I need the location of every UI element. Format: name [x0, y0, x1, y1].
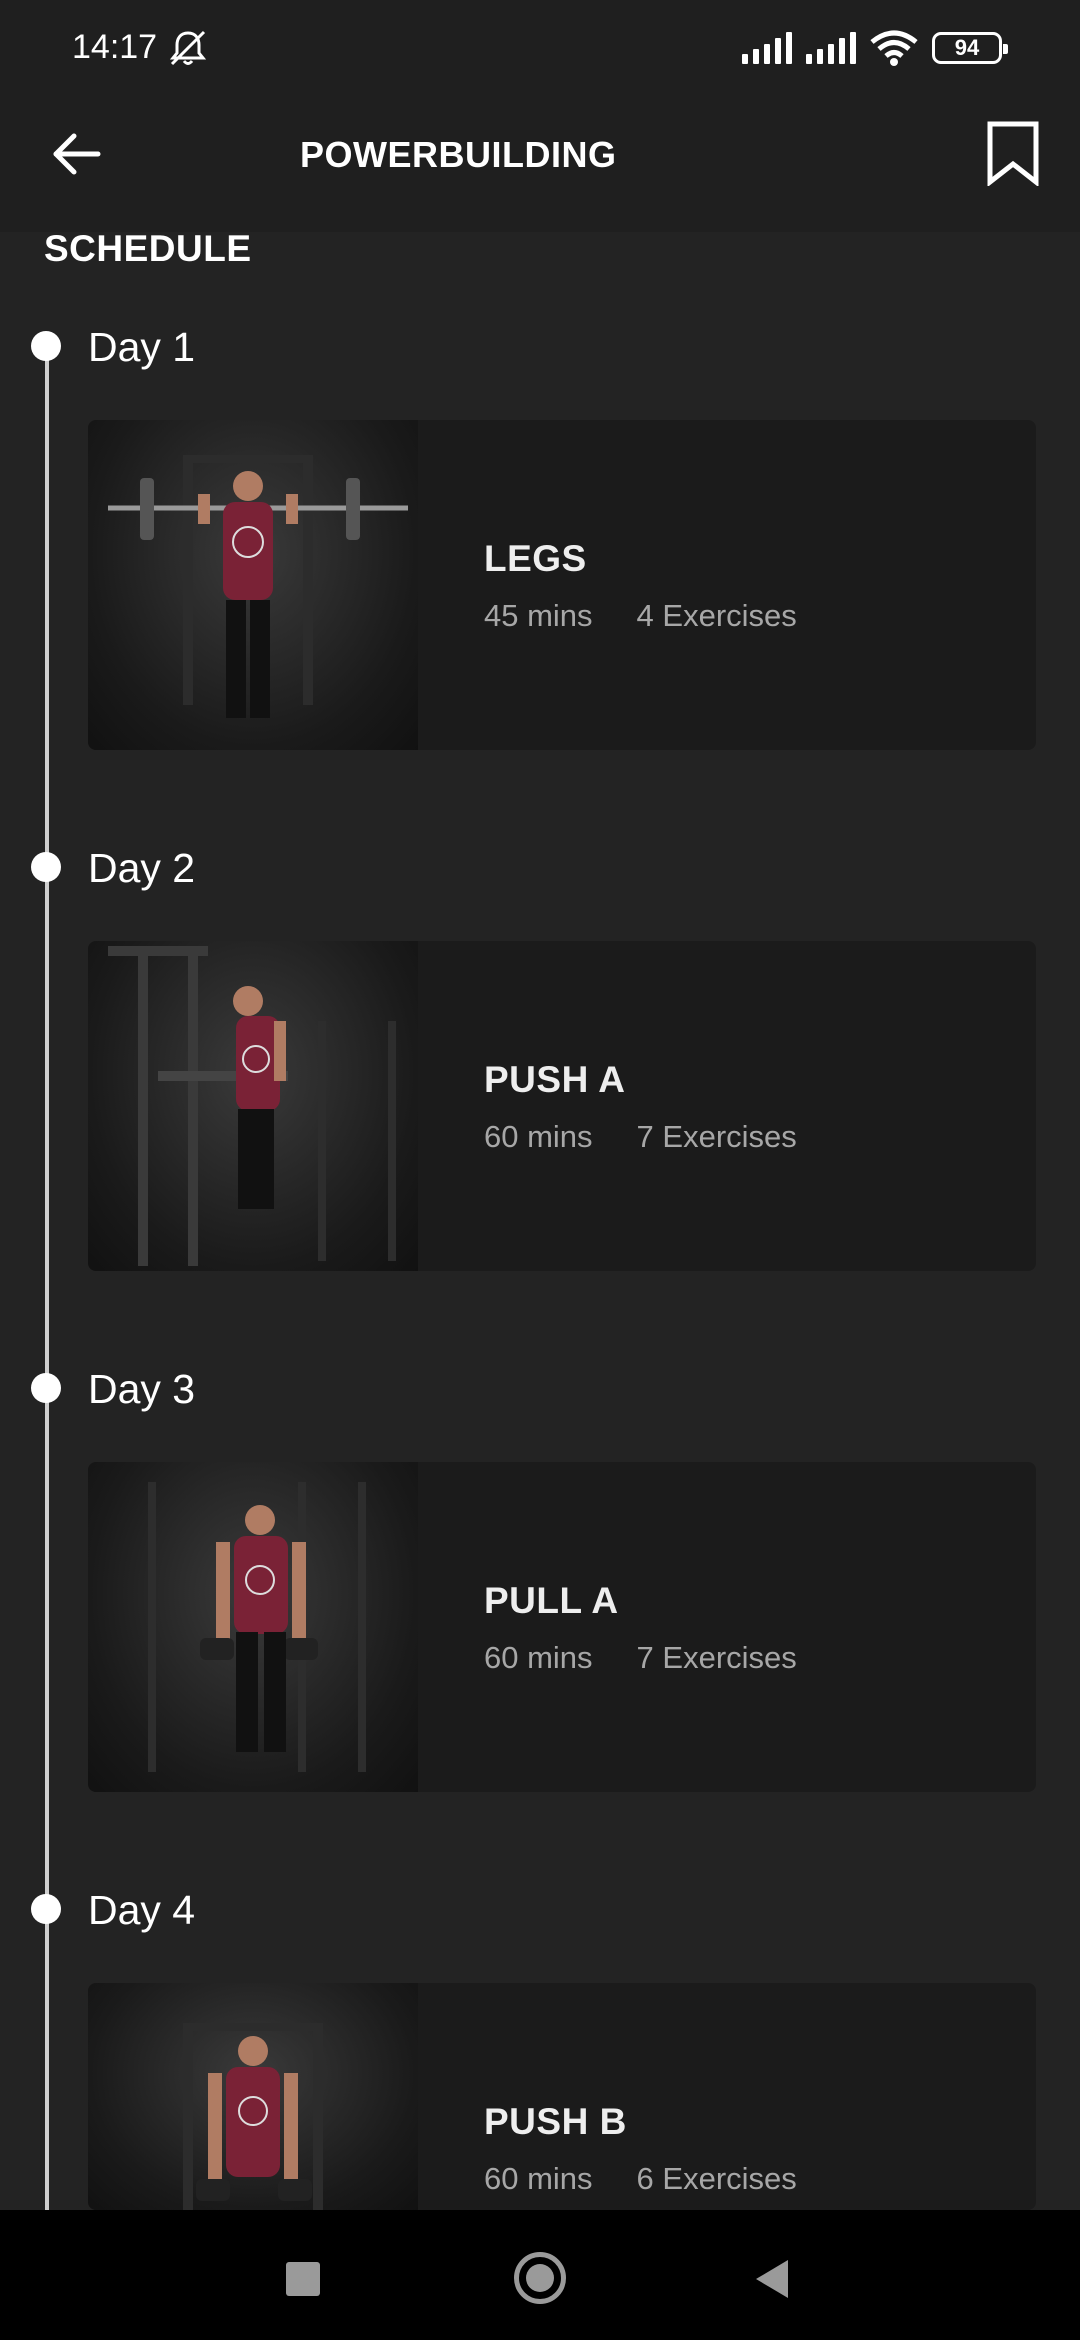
day-label: Day 2: [88, 845, 196, 891]
system-nav-bar: [0, 2210, 1080, 2340]
workout-card[interactable]: PUSH A 60 mins 7 Exercises: [88, 941, 1036, 1271]
app-bar: POWERBUILDING: [0, 98, 1080, 232]
signal-icon: [742, 32, 792, 64]
workout-meta: 45 mins 4 Exercises: [484, 598, 797, 634]
workout-meta: 60 mins 7 Exercises: [484, 1640, 797, 1676]
workout-duration: 60 mins: [484, 1119, 593, 1154]
arrow-left-icon[interactable]: [44, 122, 108, 186]
workout-title: LEGS: [484, 538, 587, 579]
workout-exercise-count: 7 Exercises: [636, 1640, 797, 1675]
mute-icon: [169, 30, 207, 66]
bookmark-icon[interactable]: [984, 120, 1042, 186]
workout-image: [88, 1983, 418, 2210]
timeline-line: [45, 346, 49, 2210]
timeline-dot: [31, 1373, 61, 1403]
battery-level: 94: [954, 35, 980, 60]
workout-exercise-count: 4 Exercises: [636, 598, 797, 633]
day-label: Day 4: [88, 1887, 196, 1933]
workout-card[interactable]: LEGS 45 mins 4 Exercises: [88, 420, 1036, 750]
status-icons: 94: [742, 30, 1008, 66]
workout-duration: 60 mins: [484, 2161, 593, 2196]
recents-icon[interactable]: [286, 2262, 320, 2296]
schedule-title: SCHEDULE: [44, 228, 252, 269]
workout-exercise-count: 7 Exercises: [636, 1119, 797, 1154]
home-icon[interactable]: [514, 2252, 566, 2304]
status-bar: 14:17 94: [0, 0, 1080, 98]
workout-meta: 60 mins 6 Exercises: [484, 2161, 797, 2197]
workout-duration: 45 mins: [484, 598, 593, 633]
status-time: 14:17: [72, 28, 158, 66]
signal-icon: [806, 32, 856, 64]
day-label: Day 1: [88, 324, 196, 370]
workout-image: [88, 1462, 418, 1792]
workout-card[interactable]: PULL A 60 mins 7 Exercises: [88, 1462, 1036, 1792]
workout-card[interactable]: PUSH B 60 mins 6 Exercises: [88, 1983, 1036, 2210]
workout-duration: 60 mins: [484, 1640, 593, 1675]
workout-exercise-count: 6 Exercises: [636, 2161, 797, 2196]
timeline-dot: [31, 852, 61, 882]
workout-title: PUSH B: [484, 2101, 627, 2142]
wifi-icon: [870, 30, 918, 66]
timeline-dot: [31, 331, 61, 361]
page-title: POWERBUILDING: [300, 134, 617, 175]
day-label: Day 3: [88, 1366, 196, 1412]
workout-meta: 60 mins 7 Exercises: [484, 1119, 797, 1155]
timeline-dot: [31, 1894, 61, 1924]
workout-image: [88, 420, 418, 750]
workout-title: PUSH A: [484, 1059, 626, 1100]
workout-image: [88, 941, 418, 1271]
battery-icon: 94: [932, 32, 1008, 64]
back-triangle-icon[interactable]: [756, 2260, 788, 2298]
workout-title: PULL A: [484, 1580, 619, 1621]
